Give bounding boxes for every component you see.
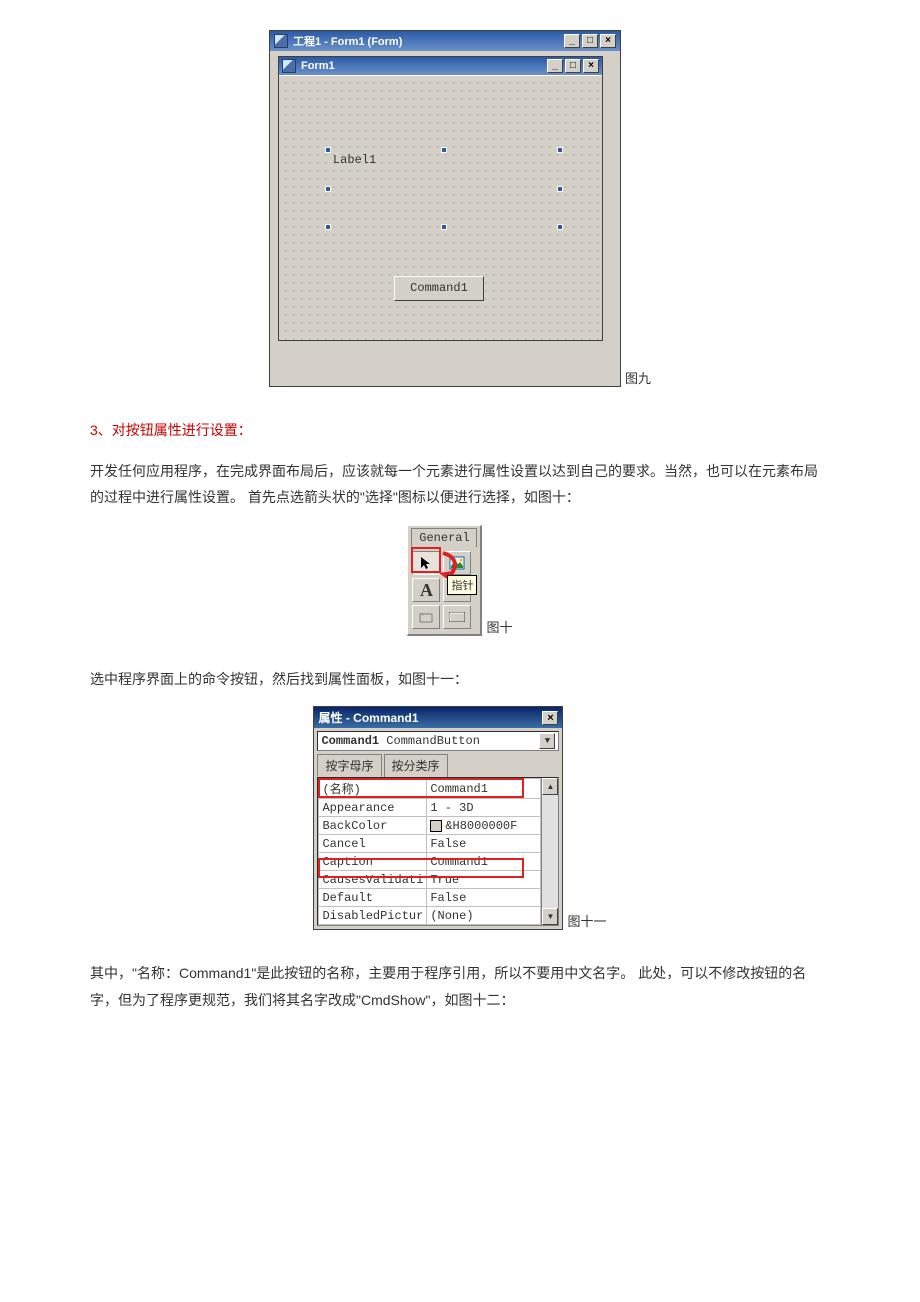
figure-10-row: General A ab| xy bbox=[90, 525, 830, 636]
property-row-causesvalidation: CausesValidatiTrue bbox=[319, 871, 541, 889]
page-content: 工程1 - Form1 (Form) _ □ × Form1 _ □ × bbox=[0, 0, 920, 1108]
object-combobox[interactable]: Command1 CommandButton ▼ bbox=[317, 731, 559, 751]
prop-value-cell[interactable]: True bbox=[427, 871, 541, 889]
form1-close-button[interactable]: × bbox=[583, 59, 599, 73]
close-button[interactable]: × bbox=[600, 34, 616, 48]
property-row-disabledpicture: DisabledPictur(None) bbox=[319, 907, 541, 925]
section-3-heading-text: 3、对按钮属性进行设置： bbox=[90, 422, 252, 438]
designer-outer-body: Form1 _ □ × Label1 bbox=[270, 51, 620, 386]
property-grid[interactable]: (名称)Command1 Appearance1 - 3D BackColor&… bbox=[318, 778, 541, 925]
designer-outer-window: 工程1 - Form1 (Form) _ □ × Form1 _ □ × bbox=[269, 30, 621, 387]
label1-control[interactable]: Label1 bbox=[329, 151, 559, 226]
maximize-button[interactable]: □ bbox=[582, 34, 598, 48]
pointer-tool[interactable] bbox=[412, 551, 440, 575]
prop-name-cell[interactable]: Appearance bbox=[319, 799, 427, 817]
form1-titlebar: Form1 _ □ × bbox=[279, 57, 602, 75]
scroll-up-button[interactable]: ▲ bbox=[542, 778, 558, 795]
frame-tool[interactable]: xy bbox=[412, 605, 440, 629]
selection-handle[interactable] bbox=[441, 147, 447, 153]
color-swatch-icon bbox=[430, 820, 442, 832]
window-buttons: _ □ × bbox=[564, 34, 616, 48]
object-type: CommandButton bbox=[379, 734, 480, 748]
label1-text: Label1 bbox=[333, 153, 376, 167]
form1-window[interactable]: Form1 _ □ × Label1 bbox=[278, 56, 603, 341]
prop-value-cell[interactable]: False bbox=[427, 889, 541, 907]
properties-titlebar: 属性 - Command1 × bbox=[314, 707, 562, 728]
prop-name-cell[interactable]: Default bbox=[319, 889, 427, 907]
figure-9-row: 工程1 - Form1 (Form) _ □ × Form1 _ □ × bbox=[90, 30, 830, 387]
selection-handle[interactable] bbox=[557, 186, 563, 192]
vb-form-icon bbox=[274, 34, 288, 48]
figure-11-wrap: 属性 - Command1 × Command1 CommandButton ▼… bbox=[313, 706, 563, 930]
prop-value-cell[interactable]: 1 - 3D bbox=[427, 799, 541, 817]
figure-11-caption: 图十一 bbox=[567, 911, 606, 930]
dropdown-arrow-icon[interactable]: ▼ bbox=[539, 733, 555, 749]
properties-panel: 属性 - Command1 × Command1 CommandButton ▼… bbox=[313, 706, 563, 930]
property-sort-tabs: 按字母序 按分类序 bbox=[314, 754, 562, 777]
section-3-heading: 3、对按钮属性进行设置： bbox=[90, 417, 830, 444]
selection-handle[interactable] bbox=[441, 224, 447, 230]
property-scrollbar[interactable]: ▲ ▼ bbox=[541, 778, 558, 925]
para-after-fig11: 其中，"名称：Command1"是此按钮的名称，主要用于程序引用，所以不要用中文… bbox=[90, 960, 830, 1013]
form-icon bbox=[282, 59, 296, 73]
prop-name-cell[interactable]: CausesValidati bbox=[319, 871, 427, 889]
selection-handle[interactable] bbox=[325, 224, 331, 230]
form1-window-buttons: _ □ × bbox=[547, 59, 599, 73]
toolbox-tab-general[interactable]: General bbox=[411, 528, 477, 547]
prop-value-cell[interactable]: (None) bbox=[427, 907, 541, 925]
property-row-cancel: CancelFalse bbox=[319, 835, 541, 853]
properties-close-button[interactable]: × bbox=[542, 711, 558, 725]
form1-title: Form1 bbox=[301, 60, 547, 72]
tab-alphabetic[interactable]: 按字母序 bbox=[317, 754, 381, 777]
form1-minimize-button[interactable]: _ bbox=[547, 59, 563, 73]
designer-outer-title: 工程1 - Form1 (Form) bbox=[293, 33, 564, 49]
svg-text:xy: xy bbox=[420, 611, 424, 616]
designer-outer-titlebar: 工程1 - Form1 (Form) _ □ × bbox=[270, 31, 620, 51]
scroll-down-button[interactable]: ▼ bbox=[542, 908, 558, 925]
figure-11-row: 属性 - Command1 × Command1 CommandButton ▼… bbox=[90, 706, 830, 930]
section-3-para1: 开发任何应用程序，在完成界面布局后，应该就每一个元素进行属性设置以达到自己的要求… bbox=[90, 458, 830, 511]
prop-value-cell[interactable]: Command1 bbox=[427, 779, 541, 799]
figure-9-caption: 图九 bbox=[625, 368, 651, 387]
property-row-default: DefaultFalse bbox=[319, 889, 541, 907]
property-row-backcolor: BackColor&H8000000F bbox=[319, 817, 541, 835]
para-after-fig10: 选中程序界面上的命令按钮，然后找到属性面板，如图十一： bbox=[90, 666, 830, 693]
label-tool[interactable]: A bbox=[412, 578, 440, 602]
selection-handle[interactable] bbox=[557, 224, 563, 230]
prop-value-cell[interactable]: Command1 bbox=[427, 853, 541, 871]
property-row-appearance: Appearance1 - 3D bbox=[319, 799, 541, 817]
prop-name-cell[interactable]: BackColor bbox=[319, 817, 427, 835]
command1-button[interactable]: Command1 bbox=[394, 276, 484, 301]
selection-handle[interactable] bbox=[557, 147, 563, 153]
tab-categorized[interactable]: 按分类序 bbox=[384, 754, 448, 777]
figure-10-caption: 图十 bbox=[486, 617, 512, 636]
prop-name-cell[interactable]: DisabledPictur bbox=[319, 907, 427, 925]
prop-name-cell[interactable]: (名称) bbox=[319, 779, 427, 799]
prop-name-cell[interactable]: Cancel bbox=[319, 835, 427, 853]
command1-caption: Command1 bbox=[410, 281, 468, 295]
object-name: Command1 bbox=[321, 734, 379, 748]
form1-canvas[interactable]: Label1 Command1 bbox=[279, 75, 602, 340]
selection-handle[interactable] bbox=[325, 147, 331, 153]
figure-10-wrap: General A ab| xy bbox=[407, 525, 482, 636]
pointer-tooltip: 指针 bbox=[447, 575, 477, 595]
property-row-caption: CaptionCommand1 bbox=[319, 853, 541, 871]
properties-title-text: 属性 - Command1 bbox=[318, 709, 542, 726]
selection-handle[interactable] bbox=[325, 186, 331, 192]
prop-value-cell[interactable]: &H8000000F bbox=[427, 817, 541, 835]
minimize-button[interactable]: _ bbox=[564, 34, 580, 48]
form1-maximize-button[interactable]: □ bbox=[565, 59, 581, 73]
property-grid-container: (名称)Command1 Appearance1 - 3D BackColor&… bbox=[317, 777, 559, 926]
commandbutton-tool[interactable] bbox=[443, 605, 471, 629]
prop-value-cell[interactable]: False bbox=[427, 835, 541, 853]
prop-name-cell[interactable]: Caption bbox=[319, 853, 427, 871]
property-row-name: (名称)Command1 bbox=[319, 779, 541, 799]
